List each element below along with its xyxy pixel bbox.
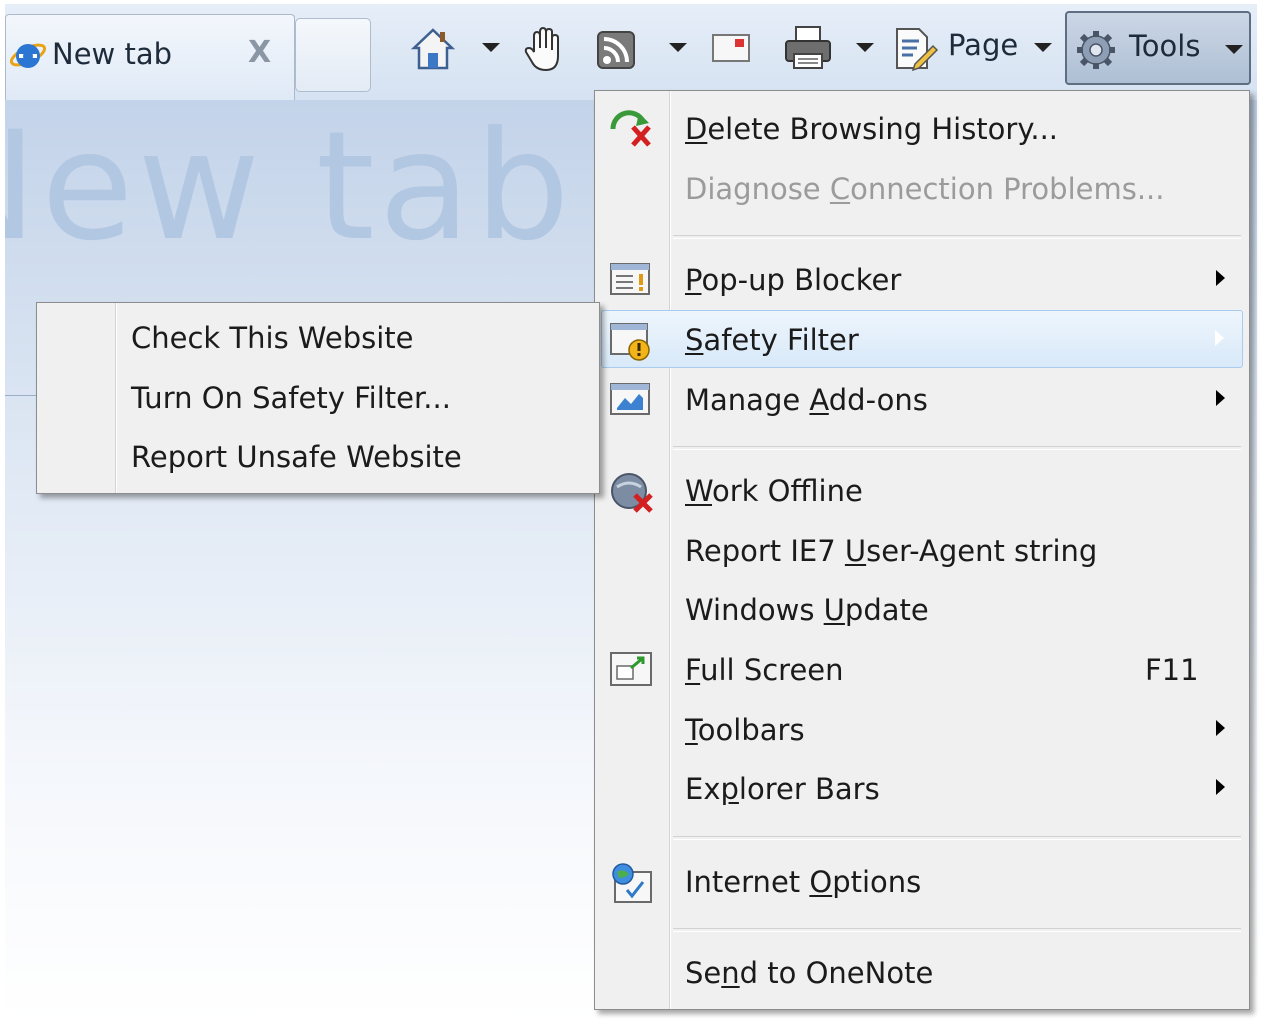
menu-item-report-unsafe-website[interactable]: Report Unsafe Website [131, 440, 462, 474]
hand-icon[interactable] [522, 24, 568, 78]
close-tab-icon[interactable]: X [248, 35, 271, 70]
menu-item-safety-filter[interactable]: Safety Filter [601, 310, 1243, 368]
browser-tab[interactable]: New tab X [5, 14, 295, 101]
page-heading: New tab [5, 100, 574, 274]
submenu-arrow-icon [1216, 270, 1225, 286]
menu-separator [673, 446, 1241, 450]
page-dropdown-icon[interactable] [1034, 43, 1052, 52]
menu-separator [673, 928, 1241, 932]
tools-menu: Delete Browsing History... Diagnose Conn… [594, 90, 1250, 1010]
mail-icon[interactable] [711, 33, 751, 67]
submenu-arrow-icon [1216, 779, 1225, 795]
menu-item-check-this-website[interactable]: Check This Website [131, 321, 414, 355]
full-screen-icon [609, 650, 653, 692]
tab-title: New tab [52, 37, 173, 71]
menu-item-delete-browsing-history[interactable]: Delete Browsing History... [595, 100, 1249, 156]
submenu-arrow-icon [1215, 330, 1224, 346]
menu-item-toolbars[interactable]: Toolbars [595, 701, 1249, 757]
tools-menu-button[interactable]: Tools [1065, 11, 1251, 85]
menu-item-send-to-onenote[interactable]: Send to OneNote [595, 944, 1249, 1000]
tools-label: Tools [1129, 29, 1201, 63]
internet-options-icon [609, 862, 655, 910]
menu-item-explorer-bars[interactable]: Explorer Bars [595, 760, 1249, 816]
menu-separator [673, 235, 1241, 239]
menu-item-manage-add-ons[interactable]: Manage Add-ons [595, 371, 1249, 427]
submenu-arrow-icon [1216, 390, 1225, 406]
submenu-arrow-icon [1216, 720, 1225, 736]
page-icon[interactable] [893, 26, 939, 76]
shortcut-label: F11 [1145, 653, 1199, 687]
gear-icon [1075, 29, 1117, 75]
menu-item-diagnose-connection: Diagnose Connection Problems... [685, 172, 1165, 206]
menu-item-popup-blocker[interactable]: Pop-up Blocker [595, 251, 1249, 307]
menu-gutter-highlight [116, 303, 117, 493]
feeds-icon[interactable] [596, 30, 636, 74]
work-offline-icon [609, 471, 657, 519]
menu-item-report-ie7-user-agent[interactable]: Report IE7 User-Agent string [595, 522, 1249, 578]
menu-separator [673, 836, 1241, 840]
safety-filter-icon [609, 320, 653, 366]
add-ons-icon [609, 380, 653, 422]
page-menu-button[interactable]: Page [948, 28, 1018, 62]
menu-item-turn-on-safety-filter[interactable]: Turn On Safety Filter... [131, 381, 451, 415]
home-icon[interactable] [410, 26, 456, 76]
delete-history-icon [609, 109, 657, 153]
feeds-dropdown-icon[interactable] [669, 43, 687, 52]
menu-item-windows-update[interactable]: Windows Update [595, 581, 1249, 637]
ie-logo-icon [8, 35, 48, 79]
home-dropdown-icon[interactable] [482, 43, 500, 52]
popup-blocker-icon [609, 260, 653, 302]
menu-item-full-screen[interactable]: Full Screen F11 [595, 641, 1249, 697]
print-icon[interactable] [783, 24, 833, 76]
print-dropdown-icon[interactable] [856, 43, 874, 52]
menu-item-work-offline[interactable]: Work Offline [595, 462, 1249, 518]
tools-dropdown-icon [1225, 45, 1243, 54]
safety-filter-submenu: Check This Website Turn On Safety Filter… [36, 302, 600, 494]
menu-item-internet-options[interactable]: Internet Options [595, 853, 1249, 909]
new-tab-button[interactable] [295, 18, 371, 92]
